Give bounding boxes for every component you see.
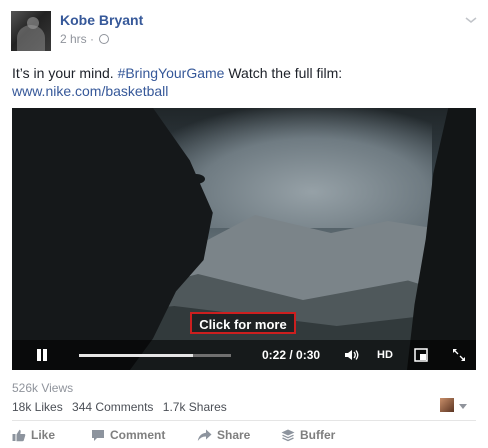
- external-link[interactable]: www.nike.com/basketball: [12, 83, 168, 99]
- post-text-trail: Watch the full film:: [224, 65, 343, 81]
- post-meta: 2 hrs ·: [60, 32, 110, 46]
- divider: [12, 420, 476, 421]
- comment-button[interactable]: Comment: [91, 428, 165, 442]
- time-display: 0:22 / 0:30: [262, 348, 321, 362]
- progress-fill: [79, 354, 193, 357]
- meta-separator: ·: [90, 32, 95, 46]
- video-controls: 0:22 / 0:30 HD: [12, 340, 476, 370]
- view-count: 526k Views: [12, 381, 74, 395]
- pause-icon[interactable]: [36, 349, 48, 361]
- video-player[interactable]: Click for more 0:22 / 0:30 HD: [12, 108, 476, 370]
- engagement-stats: 18k Likes 344 Comments 1.7k Shares: [12, 400, 233, 414]
- buffer-icon: [281, 429, 295, 441]
- author-name[interactable]: Kobe Bryant: [60, 12, 143, 28]
- share-icon: [197, 429, 212, 441]
- comment-label: Comment: [110, 428, 166, 442]
- post-text-lead: It’s in your mind.: [12, 65, 118, 81]
- shares-count[interactable]: 1.7k Shares: [163, 400, 227, 414]
- thumbs-up-icon: [12, 429, 26, 441]
- like-button[interactable]: Like: [12, 428, 55, 442]
- post-time[interactable]: 2 hrs: [60, 32, 87, 46]
- chevron-down-icon[interactable]: [464, 12, 478, 23]
- comments-count[interactable]: 344 Comments: [72, 400, 153, 414]
- volume-icon[interactable]: [344, 349, 360, 361]
- pip-icon[interactable]: [414, 348, 428, 362]
- buffer-button[interactable]: Buffer: [281, 428, 335, 442]
- post-text: It’s in your mind. #BringYourGame Watch …: [12, 64, 472, 100]
- hashtag-link[interactable]: #BringYourGame: [118, 65, 225, 81]
- likes-count[interactable]: 18k Likes: [12, 400, 63, 414]
- click-for-more-button[interactable]: Click for more: [190, 312, 296, 334]
- share-button[interactable]: Share: [197, 428, 250, 442]
- globe-icon: [99, 34, 110, 44]
- progress-bar[interactable]: [79, 354, 231, 357]
- avatar[interactable]: [11, 11, 51, 51]
- buffer-label: Buffer: [300, 428, 336, 442]
- viewer-avatar[interactable]: [440, 398, 454, 412]
- facebook-post: Kobe Bryant 2 hrs · It’s in your mind. #…: [0, 0, 488, 448]
- like-label: Like: [31, 428, 56, 442]
- caret-down-icon[interactable]: [459, 404, 467, 409]
- hd-toggle[interactable]: HD: [377, 349, 393, 361]
- share-label: Share: [217, 428, 251, 442]
- fullscreen-icon[interactable]: [452, 348, 466, 362]
- comment-icon: [92, 429, 104, 441]
